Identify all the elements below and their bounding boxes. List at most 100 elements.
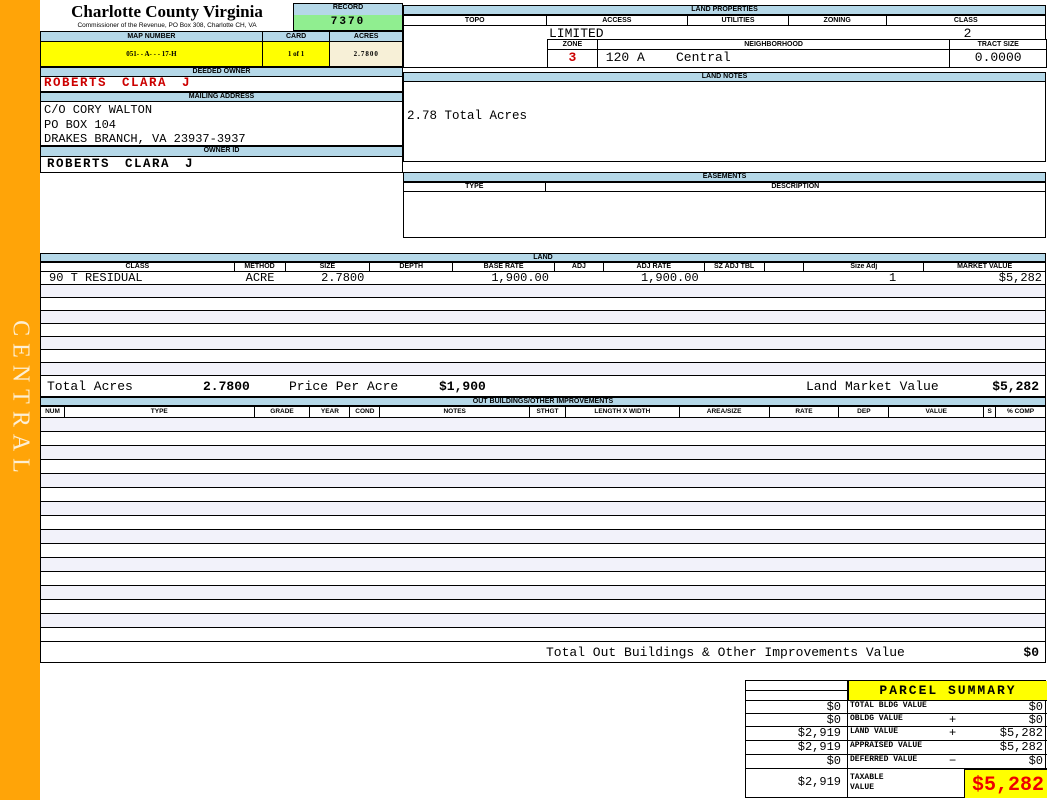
land-market-value: $5,282 <box>992 379 1039 394</box>
out-buildings-total-value: $0 <box>1023 645 1039 660</box>
land-col-class: CLASS <box>41 263 235 271</box>
land-table-label: LAND <box>40 253 1046 262</box>
total-acres-label: Total Acres <box>47 379 133 394</box>
card-label: CARD <box>263 32 331 41</box>
summary-label-taxable: TAXABLE VALUE <box>848 769 908 798</box>
summary-taxable-value: $5,282 <box>964 769 1047 798</box>
empty-table-row <box>41 350 1045 363</box>
empty-table-row <box>41 446 1045 460</box>
district-sidebar: CENTRAL <box>0 0 40 800</box>
ob-col-dep: DEP <box>839 407 889 417</box>
ob-col-year: YEAR <box>310 407 350 417</box>
summary-op-total-bldg <box>946 701 964 714</box>
zone-label: ZONE <box>548 40 598 49</box>
empty-table-row <box>41 558 1045 572</box>
map-number-label: MAP NUMBER <box>41 32 263 41</box>
record-number: 7370 <box>293 15 403 31</box>
out-buildings-header-row: NUM TYPE GRADE YEAR COND NOTES STHGT LEN… <box>40 406 1046 418</box>
summary-label-appraised: APPRAISED VALUE <box>848 741 946 755</box>
summary-op-obldg: + <box>946 714 964 727</box>
summary-prior-land: $2,919 <box>746 727 848 741</box>
summary-value-total-bldg: $0 <box>964 701 1047 714</box>
land-col-base-rate: BASE RATE <box>453 263 555 271</box>
price-per-acre-label: Price Per Acre <box>289 379 398 394</box>
topo-column-label: TOPO <box>404 16 547 25</box>
land-row-size-adj: 1 <box>804 272 924 284</box>
zone-header-row: ZONE NEIGHBORHOOD TRACT SIZE <box>547 39 1047 50</box>
land-table-header-row: CLASS METHOD SIZE DEPTH BASE RATE ADJ AD… <box>40 262 1046 272</box>
land-row-depth <box>370 272 453 284</box>
access-column-label: ACCESS <box>547 16 689 25</box>
empty-table-row <box>41 502 1045 516</box>
tract-size-value: 0.0000 <box>950 50 1046 67</box>
ob-col-s: S <box>984 407 996 417</box>
map-number-value: 051- - A- - - 17-H <box>41 42 263 66</box>
empty-table-row <box>41 600 1045 614</box>
empty-table-row <box>41 363 1045 376</box>
land-col-method: METHOD <box>235 263 286 271</box>
mailing-address: C/O CORY WALTON PO BOX 104 DRAKES BRANCH… <box>40 102 403 146</box>
summary-prior-obldg: $0 <box>746 714 848 727</box>
land-row-blank <box>765 272 805 284</box>
total-acres-value: 2.7800 <box>203 379 250 394</box>
summary-label-total-bldg: TOTAL BLDG VALUE <box>848 701 946 714</box>
county-header: Charlotte County Virginia Commissioner o… <box>42 2 292 29</box>
mailing-address-label: MAILING ADDRESS <box>40 92 403 102</box>
utilities-column-label: UTILITIES <box>688 16 789 25</box>
easement-description-label: DESCRIPTION <box>546 183 1045 191</box>
owner-id-label: OWNER ID <box>40 146 403 157</box>
empty-table-row <box>41 488 1045 502</box>
summary-value-deferred: $0 <box>964 755 1047 769</box>
ob-col-cond: COND <box>350 407 380 417</box>
summary-prior-appraised: $2,919 <box>746 741 848 755</box>
card-value: 1 of 1 <box>263 42 331 66</box>
land-row-adj <box>555 272 604 284</box>
land-row-market-value: $5,282 <box>924 272 1045 284</box>
land-properties-body: LIMITED 2 ZONE NEIGHBORHOOD TRACT SIZE 3… <box>403 26 1046 68</box>
land-col-depth: DEPTH <box>370 263 453 271</box>
empty-table-row <box>41 337 1045 350</box>
acres-label: ACRES <box>330 32 402 41</box>
land-col-size: SIZE <box>286 263 371 271</box>
ob-col-num: NUM <box>41 407 65 417</box>
summary-blank-cell-2 <box>746 691 848 701</box>
land-table-empty-rows <box>40 285 1046 376</box>
tract-size-label: TRACT SIZE <box>950 40 1046 49</box>
summary-value-appraised: $5,282 <box>964 741 1047 755</box>
land-col-sz-adj-tbl: SZ ADJ TBL <box>705 263 765 271</box>
acres-value: 2.7800 <box>330 42 402 66</box>
summary-value-land: $5,282 <box>964 727 1047 741</box>
ob-col-length-width: LENGTH X WIDTH <box>566 407 680 417</box>
land-properties-header-row: TOPO ACCESS UTILITIES ZONING CLASS <box>403 15 1046 26</box>
empty-table-row <box>41 298 1045 311</box>
ob-col-pct-comp: % COMP <box>996 407 1045 417</box>
summary-label-deferred: DEFERRED VALUE <box>848 755 946 769</box>
land-row-base-rate: 1,900.00 <box>453 272 555 284</box>
district-name: CENTRAL <box>7 320 34 480</box>
ob-col-sthgt: STHGT <box>530 407 566 417</box>
land-notes-text: 2.78 Total Acres <box>407 109 527 123</box>
empty-table-row <box>41 285 1045 298</box>
property-record-card: CENTRAL Charlotte County Virginia Commis… <box>0 0 1050 800</box>
empty-table-row <box>41 311 1045 324</box>
land-col-size-adj: Size Adj <box>804 263 924 271</box>
empty-table-row <box>41 418 1045 432</box>
empty-table-row <box>41 460 1045 474</box>
zone-table: ZONE NEIGHBORHOOD TRACT SIZE 3 120 A Cen… <box>547 39 1047 68</box>
land-col-adj: ADJ <box>555 263 604 271</box>
land-notes-label: LAND NOTES <box>403 72 1046 82</box>
land-row-sz-adj-tbl <box>705 272 765 284</box>
address-line-1: C/O CORY WALTON <box>44 103 402 118</box>
out-buildings-total-label: Total Out Buildings & Other Improvements… <box>546 645 905 660</box>
empty-table-row <box>41 572 1045 586</box>
empty-table-row <box>41 530 1045 544</box>
map-value-row: 051- - A- - - 17-H 1 of 1 2.7800 <box>40 41 403 67</box>
empty-table-row <box>41 474 1045 488</box>
class-column-label: CLASS <box>887 16 1046 25</box>
summary-op-deferred: − <box>946 755 964 769</box>
summary-label-land: LAND VALUE <box>848 727 946 741</box>
ob-col-notes: NOTES <box>380 407 530 417</box>
land-table-row: 90 T RESIDUAL ACRE 2.7800 1,900.00 1,900… <box>40 272 1046 285</box>
land-properties-label: LAND PROPERTIES <box>403 5 1046 15</box>
owner-id-value: ROBERTS CLARA J <box>40 157 403 173</box>
